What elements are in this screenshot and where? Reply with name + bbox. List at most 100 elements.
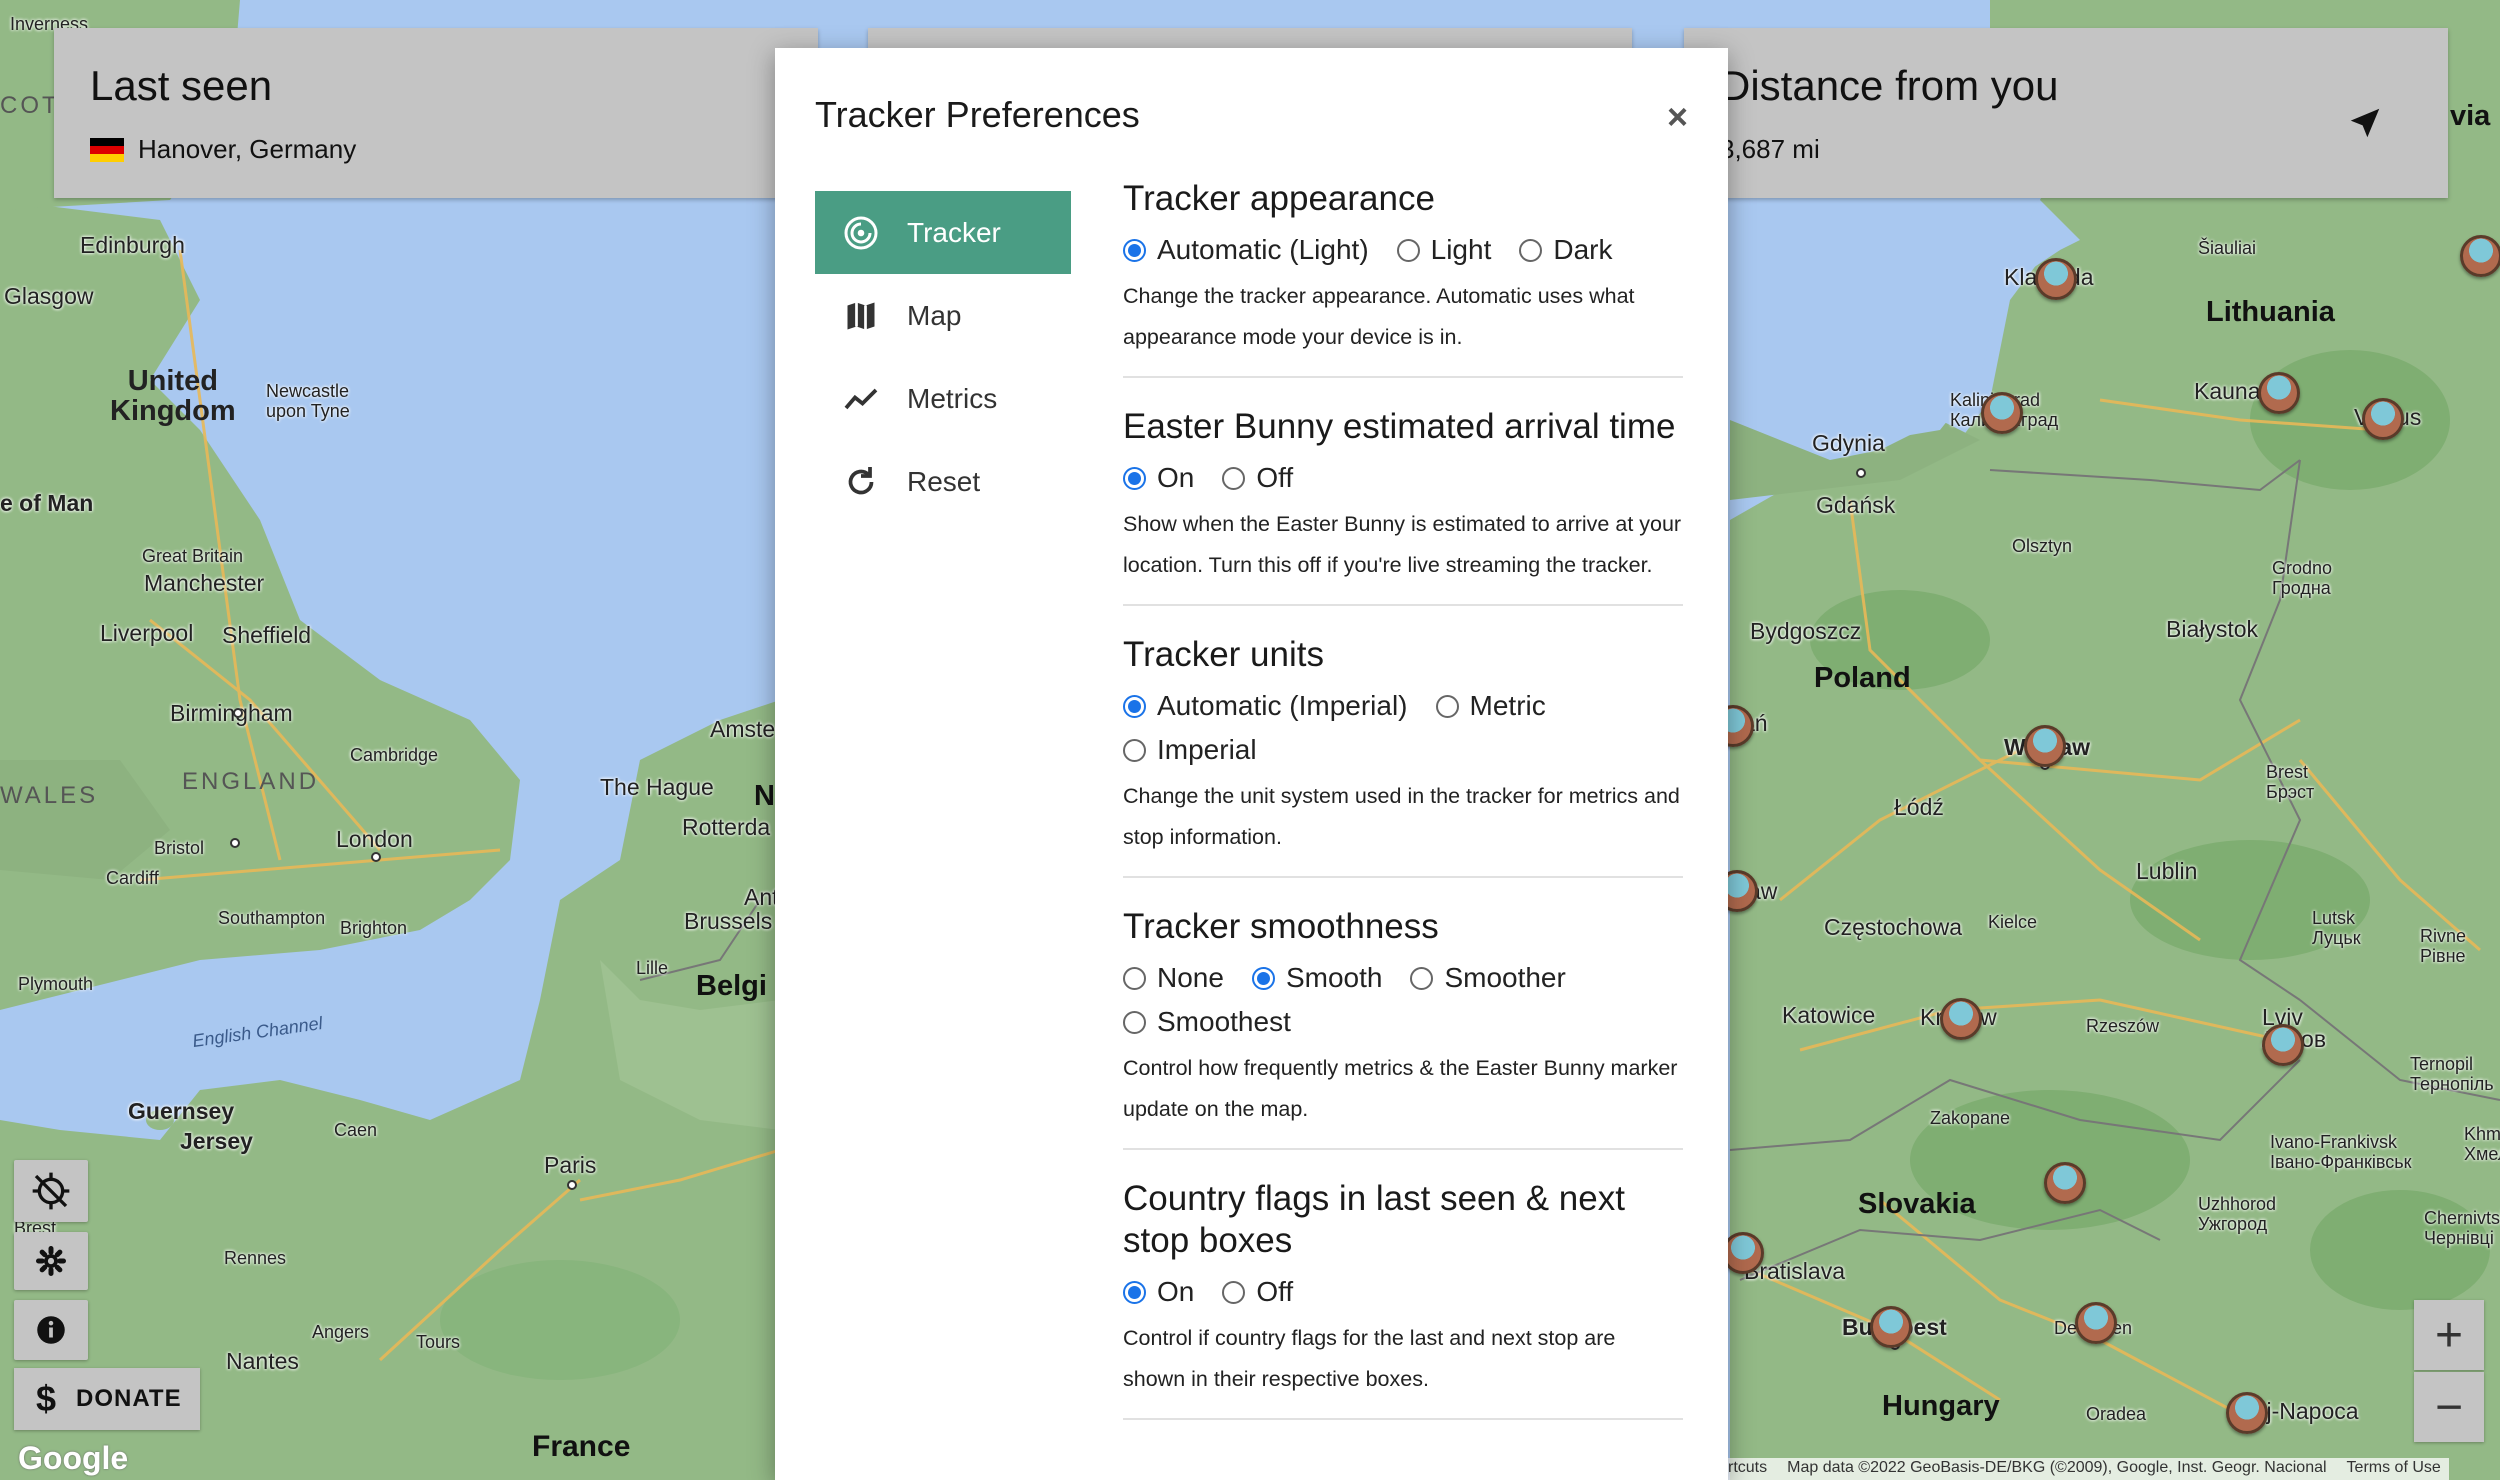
radio-option-on[interactable]: On <box>1123 460 1194 496</box>
map-label-nantes: Nantes <box>226 1348 299 1374</box>
map-label-ternopil: Ternopil Тернопіль <box>2410 1054 2494 1094</box>
map-label-antwerp: Ant <box>744 884 779 910</box>
nav-label-map: Map <box>907 299 962 331</box>
radio-option-on[interactable]: On <box>1123 1274 1194 1310</box>
city-dot <box>1856 468 1866 478</box>
map-label-liverpool: Liverpool <box>100 620 194 646</box>
radio-button[interactable] <box>1410 966 1434 990</box>
radio-label: Automatic (Imperial) <box>1157 690 1408 721</box>
zoom-out-button[interactable]: − <box>2414 1372 2484 1442</box>
radio-button[interactable] <box>1222 1280 1246 1304</box>
attribution-terms[interactable]: Terms of Use <box>2347 1459 2441 1479</box>
stop-marker[interactable] <box>2044 1162 2086 1204</box>
map-label-bydgoszcz: Bydgoszcz <box>1750 618 1862 644</box>
stop-marker[interactable] <box>1940 998 1982 1040</box>
radio-group: On Off <box>1123 1274 1683 1310</box>
map-label-lille: Lille <box>636 958 669 978</box>
section-title: Tracker appearance <box>1123 179 1435 218</box>
map-label-angers: Angers <box>312 1322 370 1342</box>
map-label-cambridge: Cambridge <box>350 745 439 765</box>
map-label-khm: Khm Хмел <box>2464 1124 2500 1164</box>
stop-marker[interactable] <box>2075 1302 2117 1344</box>
map-label-lithuania: Lithuania <box>2206 296 2335 328</box>
radio-option-automatic-imperial[interactable]: Automatic (Imperial) <box>1123 688 1408 724</box>
radio-button[interactable] <box>1123 238 1146 262</box>
radio-button[interactable] <box>1435 694 1459 718</box>
map-label-zakopane: Zakopane <box>1930 1108 2011 1128</box>
last-seen-title: Last seen <box>90 62 273 109</box>
nav-label-reset: Reset <box>907 465 981 497</box>
section-description: Change the tracker appearance. Automatic… <box>1123 284 1635 349</box>
modal-title: Tracker Preferences <box>815 94 1140 135</box>
map-label-amsterdam: Amste <box>710 716 776 742</box>
radio-label: Dark <box>1553 234 1613 265</box>
map-label-rzeszow: Rzeszów <box>2086 1016 2160 1036</box>
radio-button[interactable] <box>1396 238 1420 262</box>
radio-option-smoother[interactable]: Smoother <box>1410 960 1566 996</box>
radio-option-off[interactable]: Off <box>1222 460 1293 496</box>
close-button[interactable]: × <box>1667 96 1688 138</box>
info-button[interactable] <box>14 1300 88 1360</box>
map-label-great-britain: Great Britain <box>142 546 244 566</box>
map-label-london: London <box>336 826 413 852</box>
map-label-brighton: Brighton <box>340 918 408 938</box>
radio-button[interactable] <box>1123 738 1146 762</box>
section-easter-bunny-estimated-arrival-time: Easter Bunny estimated arrival time On Off… <box>1123 406 1683 606</box>
stop-marker[interactable] <box>2460 235 2500 277</box>
stop-marker[interactable] <box>1870 1306 1912 1348</box>
radio-option-smoothest[interactable]: Smoothest <box>1123 1004 1291 1040</box>
distance-value: 3,687 mi <box>1720 134 1820 164</box>
settings-button[interactable] <box>14 1232 88 1290</box>
radio-label: Automatic (Light) <box>1157 234 1369 265</box>
location-off-button[interactable] <box>14 1160 88 1222</box>
last-seen-box: Last seen Hanover, Germany <box>54 28 818 198</box>
navigation-arrow-icon[interactable] <box>2346 104 2384 142</box>
city-dot <box>567 1180 577 1190</box>
radio-label: On <box>1157 1276 1195 1307</box>
map-label-southampton: Southampton <box>218 908 326 928</box>
radio-option-light[interactable]: Light <box>1396 232 1492 268</box>
stop-marker[interactable] <box>1722 1232 1764 1274</box>
map-label-brest-by: Brest Брэст <box>2266 762 2315 802</box>
stop-marker[interactable] <box>1981 392 2023 434</box>
radio-button[interactable] <box>1519 238 1543 262</box>
nav-item-tracker[interactable]: Tracker <box>815 191 1071 274</box>
attribution-shortcuts[interactable]: rtcuts <box>1728 1459 1767 1479</box>
radio-group: On Off <box>1123 460 1683 496</box>
stop-marker[interactable] <box>2226 1392 2268 1434</box>
stop-marker[interactable] <box>2262 1024 2304 1066</box>
radio-label: Light <box>1430 234 1492 265</box>
radio-button[interactable] <box>1251 966 1275 990</box>
radio-option-metric[interactable]: Metric <box>1435 688 1546 724</box>
stop-marker[interactable] <box>2258 372 2300 414</box>
stop-marker[interactable] <box>2362 398 2404 440</box>
nav-item-map[interactable]: Map <box>815 274 1071 357</box>
radio-option-automatic-light[interactable]: Automatic (Light) <box>1123 232 1369 268</box>
radio-option-imperial[interactable]: Imperial <box>1123 732 1257 768</box>
radio-button[interactable] <box>1123 466 1146 490</box>
radio-button[interactable] <box>1222 466 1246 490</box>
germany-flag-icon <box>90 137 124 162</box>
radio-label: Smoother <box>1444 962 1566 993</box>
radio-option-none[interactable]: None <box>1123 960 1224 996</box>
nav-item-metrics[interactable]: Metrics <box>815 357 1071 440</box>
stop-marker[interactable] <box>2035 258 2077 300</box>
section-title: Tracker smoothness <box>1123 907 1439 946</box>
map-label-plymouth: Plymouth <box>18 974 94 994</box>
radio-label: Smoothest <box>1157 1006 1291 1037</box>
nav-item-reset[interactable]: Reset <box>815 440 1071 523</box>
radio-button[interactable] <box>1123 694 1146 718</box>
radio-button[interactable] <box>1123 1010 1146 1034</box>
radio-option-off[interactable]: Off <box>1222 1274 1293 1310</box>
map-label-caen: Caen <box>334 1120 378 1140</box>
map-label-jersey: Jersey <box>180 1128 253 1154</box>
radio-option-dark[interactable]: Dark <box>1519 232 1612 268</box>
radio-option-smooth[interactable]: Smooth <box>1251 960 1382 996</box>
map-label-birmingham: Birmingham <box>170 700 293 726</box>
metrics-icon <box>844 388 878 409</box>
radio-button[interactable] <box>1123 966 1146 990</box>
donate-button[interactable]: $ DONATE <box>14 1368 200 1430</box>
stop-marker[interactable] <box>2024 725 2066 767</box>
radio-button[interactable] <box>1123 1280 1146 1304</box>
zoom-in-button[interactable]: + <box>2414 1300 2484 1370</box>
